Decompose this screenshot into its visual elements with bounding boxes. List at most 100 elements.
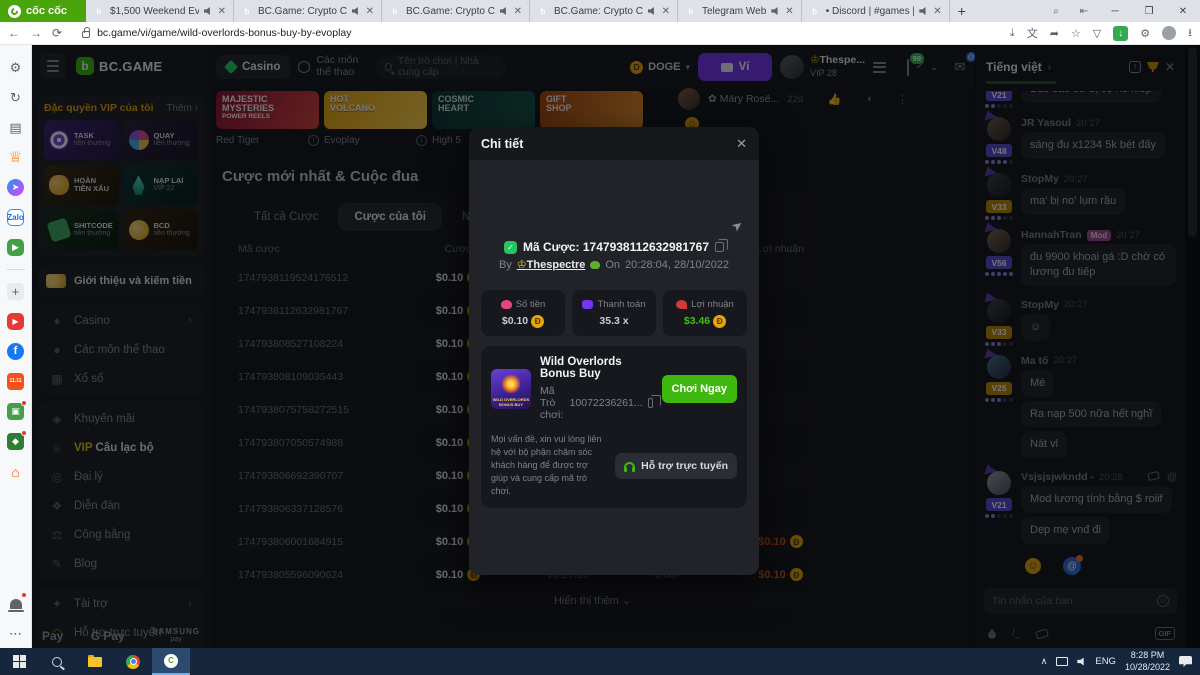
live-support-button[interactable]: Hỗ trợ trực tuyến xyxy=(615,453,737,479)
share-icon[interactable]: ➦ xyxy=(1050,27,1059,40)
volume-icon[interactable] xyxy=(1077,658,1086,666)
stat-card: Số tiền $0.10Đ xyxy=(481,290,565,336)
notification-bell-icon[interactable] xyxy=(7,595,24,612)
modal-close-icon[interactable]: ✕ xyxy=(736,136,747,152)
close-button[interactable]: ✕ xyxy=(1166,0,1200,22)
messenger-icon[interactable]: ➤ xyxy=(7,179,24,196)
coin-icon: Đ xyxy=(713,315,726,328)
facebook-icon[interactable]: f xyxy=(7,343,24,360)
gift-icon[interactable]: ▣ xyxy=(7,403,24,420)
bookmark-star-icon[interactable]: ☆ xyxy=(1071,27,1081,40)
tab-favicon: b xyxy=(685,5,697,17)
bcgame-site: b BC.GAME Đặc quyền VIP của tôi Thêm › T… xyxy=(32,45,1200,648)
browser-tab[interactable]: b $1,500 Weekend Evoplay Mu ✕ xyxy=(86,0,234,22)
start-button[interactable] xyxy=(0,648,38,675)
tab-close-icon[interactable]: ✕ xyxy=(514,6,522,17)
sale-shop-icon[interactable]: 11.11 xyxy=(7,373,24,390)
url-bar[interactable]: bc.game/vi/game/wild-overlords-bonus-buy… xyxy=(72,25,1000,42)
stat-card: Thanh toán 35.3 x xyxy=(572,290,656,336)
windows-taskbar: C ∧ ENG 8:28 PM10/28/2022 xyxy=(0,648,1200,675)
reload-icon[interactable]: ⟳ xyxy=(52,26,62,40)
play-now-button[interactable]: Chơi Ngay xyxy=(662,375,738,403)
tab-close-icon[interactable]: ✕ xyxy=(662,6,670,17)
browser-tab[interactable]: b BC.Game: Crypto Casino ✕ xyxy=(234,0,382,22)
browser-tab[interactable]: b BC.Game: Crypto Casino Gam ✕ xyxy=(382,0,530,22)
cart-icon[interactable]: ⌂ xyxy=(7,463,24,480)
copy-bet-id-icon[interactable] xyxy=(715,242,724,252)
file-explorer-icon[interactable] xyxy=(76,648,114,675)
tab-title: $1,500 Weekend Evoplay Mu xyxy=(110,6,199,17)
profile-avatar[interactable] xyxy=(1162,26,1176,40)
chrome-icon[interactable] xyxy=(114,648,152,675)
tab-title: Telegram Web xyxy=(702,6,766,17)
tab-restore-icon[interactable]: ⇤ xyxy=(1070,0,1098,22)
modal-title: Chi tiết xyxy=(481,137,523,151)
audio-icon xyxy=(352,7,361,15)
tab-close-icon[interactable]: ✕ xyxy=(366,6,374,17)
coccoc-brand[interactable]: cốc cốc xyxy=(0,0,86,22)
add-shortcut-icon[interactable]: + xyxy=(7,283,24,300)
settings-gear-icon[interactable]: ⚙ xyxy=(7,59,24,76)
action-center-icon[interactable] xyxy=(1179,656,1192,667)
back-icon[interactable]: ← xyxy=(8,26,20,40)
game-title: Wild Overlords Bonus Buy xyxy=(540,356,653,380)
tab-title: • Discord | #games | BC G xyxy=(826,6,915,17)
rail-divider xyxy=(7,269,25,270)
browser-tab[interactable]: b • Discord | #games | BC G ✕ xyxy=(802,0,950,22)
youtube-icon[interactable]: ▶ xyxy=(7,313,24,330)
history-icon[interactable]: ↻ xyxy=(7,89,24,106)
brand-label: cốc cốc xyxy=(26,5,67,17)
browser-addressbar: ← → ⟳ bc.game/vi/game/wild-overlords-bon… xyxy=(0,22,1200,45)
maximize-button[interactable]: ❐ xyxy=(1132,0,1166,22)
adblock-shield-icon[interactable]: ▽ xyxy=(1093,27,1101,40)
language-indicator[interactable]: ENG xyxy=(1095,656,1116,667)
tab-close-icon[interactable]: ✕ xyxy=(933,6,941,17)
coccoc-side-rail: ⚙ ↻ ▤ ♕ ➤ Zalo ▶ + ▶ f 11.11 ▣ ◆ ⌂ ⋯ xyxy=(0,45,32,648)
tab-search-icon[interactable]: ⌕ xyxy=(1042,0,1070,22)
share-bet-icon[interactable]: ➤ xyxy=(728,216,746,235)
download-button[interactable]: ↓ xyxy=(1113,26,1128,41)
bet-stats: Số tiền $0.10Đ Thanh toán 35.3 x Lợi nhu… xyxy=(481,290,747,336)
zalo-icon[interactable]: Zalo xyxy=(7,209,24,226)
tab-title: BC.Game: Crypto Casino xyxy=(258,6,347,17)
education-icon[interactable]: ◆ xyxy=(7,433,24,450)
bet-datetime: 20:28:04, 28/10/2022 xyxy=(625,259,729,271)
game-thumbnail[interactable]: WILD OVERLORDS BONUS BUY xyxy=(491,369,531,409)
extensions-icon[interactable]: ⚙ xyxy=(1140,27,1150,40)
coin-icon: Đ xyxy=(531,315,544,328)
downloads-tray-icon[interactable]: ⭳ xyxy=(1188,24,1192,43)
new-tab-button[interactable]: + xyxy=(950,0,974,22)
browser-tab[interactable]: b BC.Game: Crypto Casino Gan ✕ xyxy=(530,0,678,22)
bet-author-link[interactable]: ♔Thespectre xyxy=(517,258,586,271)
more-icon[interactable]: ⋯ xyxy=(7,625,24,642)
taskbar-search-icon[interactable] xyxy=(38,648,76,675)
screen: cốc cốc b $1,500 Weekend Evoplay Mu ✕ b … xyxy=(0,0,1200,675)
crown-rewards-icon[interactable]: ♕ xyxy=(7,149,24,166)
tray-expand-icon[interactable]: ∧ xyxy=(1041,656,1048,667)
clock[interactable]: 8:28 PM10/28/2022 xyxy=(1125,650,1170,673)
audio-icon xyxy=(919,7,928,15)
forward-icon[interactable]: → xyxy=(30,26,42,40)
copy-game-code-icon[interactable] xyxy=(648,398,653,408)
support-help-text: Mọi vấn đề, xin vui lòng liên hệ với bộ … xyxy=(491,433,607,498)
game-code: 10072236261... xyxy=(570,397,643,409)
browser-tab[interactable]: b Telegram Web ✕ xyxy=(678,0,802,22)
tab-close-icon[interactable]: ✕ xyxy=(785,6,793,17)
browser-tabbar: cốc cốc b $1,500 Weekend Evoplay Mu ✕ b … xyxy=(0,0,1200,22)
tabbar-spacer xyxy=(974,0,1042,22)
audio-icon xyxy=(648,7,657,15)
minimize-button[interactable]: ─ xyxy=(1098,0,1132,22)
newsfeed-icon[interactable]: ▤ xyxy=(7,119,24,136)
coccoc-taskbar-icon[interactable]: C xyxy=(152,648,190,675)
tab-favicon: b xyxy=(93,5,105,17)
games-icon[interactable]: ▶ xyxy=(7,239,24,256)
translate-icon[interactable]: 文 xyxy=(1027,25,1038,41)
tab-title: BC.Game: Crypto Casino Gam xyxy=(406,6,495,17)
audio-icon xyxy=(204,7,213,15)
verified-icon: ✓ xyxy=(504,241,517,254)
network-icon[interactable] xyxy=(1056,657,1068,666)
bet-details-modal: Chi tiết ✕ ➤ ✓ Mã Cược: 1747938112632981… xyxy=(469,127,759,575)
save-page-icon[interactable]: ⤓ xyxy=(1010,27,1015,40)
tab-close-icon[interactable]: ✕ xyxy=(218,6,226,17)
url-text: bc.game/vi/game/wild-overlords-bonus-buy… xyxy=(97,27,351,39)
